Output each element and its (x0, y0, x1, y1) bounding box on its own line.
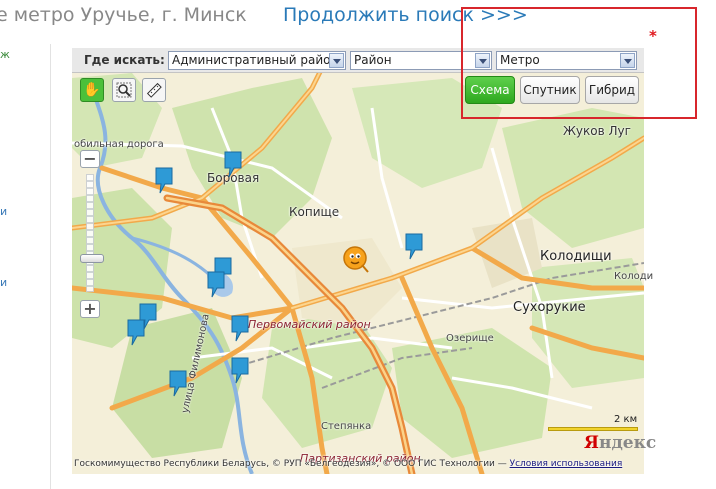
left-divider (50, 44, 51, 489)
left-sidebar-fragment: ж (0, 48, 10, 61)
logo-first-letter: Я (584, 433, 599, 453)
annotation-highlight-box (461, 7, 697, 119)
ruler-icon (146, 82, 162, 98)
zoom-in-button[interactable]: + (80, 300, 100, 318)
map-pin-icon[interactable] (404, 232, 424, 260)
map-pin-icon[interactable] (168, 369, 188, 397)
map-label-ozerische: Озерище (446, 333, 494, 344)
map-label-ring-road: обильная дорога (74, 139, 164, 150)
chevron-down-icon[interactable] (329, 53, 344, 68)
scale-label: 2 км (614, 414, 638, 425)
search-label: Где искать: (84, 53, 165, 67)
map-label-zhukov-lug: Жуков Луг (563, 124, 631, 138)
map-pin-icon[interactable] (206, 270, 226, 298)
map-label-kopische: Копище (289, 205, 340, 219)
yandex-logo[interactable]: Яндекс (584, 433, 656, 453)
district-select[interactable]: Административный район (168, 51, 346, 70)
map-pin-icon[interactable] (230, 356, 250, 384)
page-title: е метро Уручье, г. Минск (0, 4, 247, 26)
zoom-area-tool-button[interactable] (112, 78, 136, 102)
area-select-value: Район (354, 53, 392, 67)
zoom-out-button[interactable]: − (80, 150, 100, 168)
map-label-sukhorukie: Сухорукие (513, 300, 586, 315)
map-pin-icon[interactable] (154, 166, 174, 194)
map-label-kolodischi-road: Колоди (614, 271, 654, 282)
left-sidebar-fragment: и (0, 205, 8, 218)
map-pin-icon[interactable] (126, 318, 146, 346)
map-pin-icon[interactable] (223, 150, 243, 178)
ruler-tool-button[interactable] (142, 78, 166, 102)
map-copyright: Госкомимущество Республики Беларусь, © Р… (74, 459, 642, 469)
district-select-value: Административный район (172, 53, 339, 67)
hand-icon: ✋ (83, 82, 101, 98)
page: е метро Уручье, г. Минск Продолжить поис… (0, 0, 716, 489)
zoom-slider-track[interactable] (86, 174, 94, 292)
hand-tool-button[interactable]: ✋ (80, 78, 104, 102)
current-location-icon[interactable] (342, 245, 370, 273)
terms-of-use-link[interactable]: Условия использования (510, 459, 623, 469)
logo-rest: ндекс (599, 433, 657, 453)
map-pin-icon[interactable] (230, 314, 250, 342)
magnifier-icon (116, 82, 132, 98)
zoom-slider-handle[interactable] (80, 254, 104, 263)
annotation-asterisk: * (649, 27, 657, 45)
map-label-district: Первомайский район (248, 318, 371, 331)
map-label-stepyanka: Степянка (321, 421, 372, 432)
copyright-text: Госкомимущество Республики Беларусь, © Р… (74, 459, 510, 469)
scale-bar (548, 427, 638, 431)
left-sidebar-fragment: и (0, 276, 8, 289)
map-label-kolodischi: Колодищи (540, 249, 612, 264)
